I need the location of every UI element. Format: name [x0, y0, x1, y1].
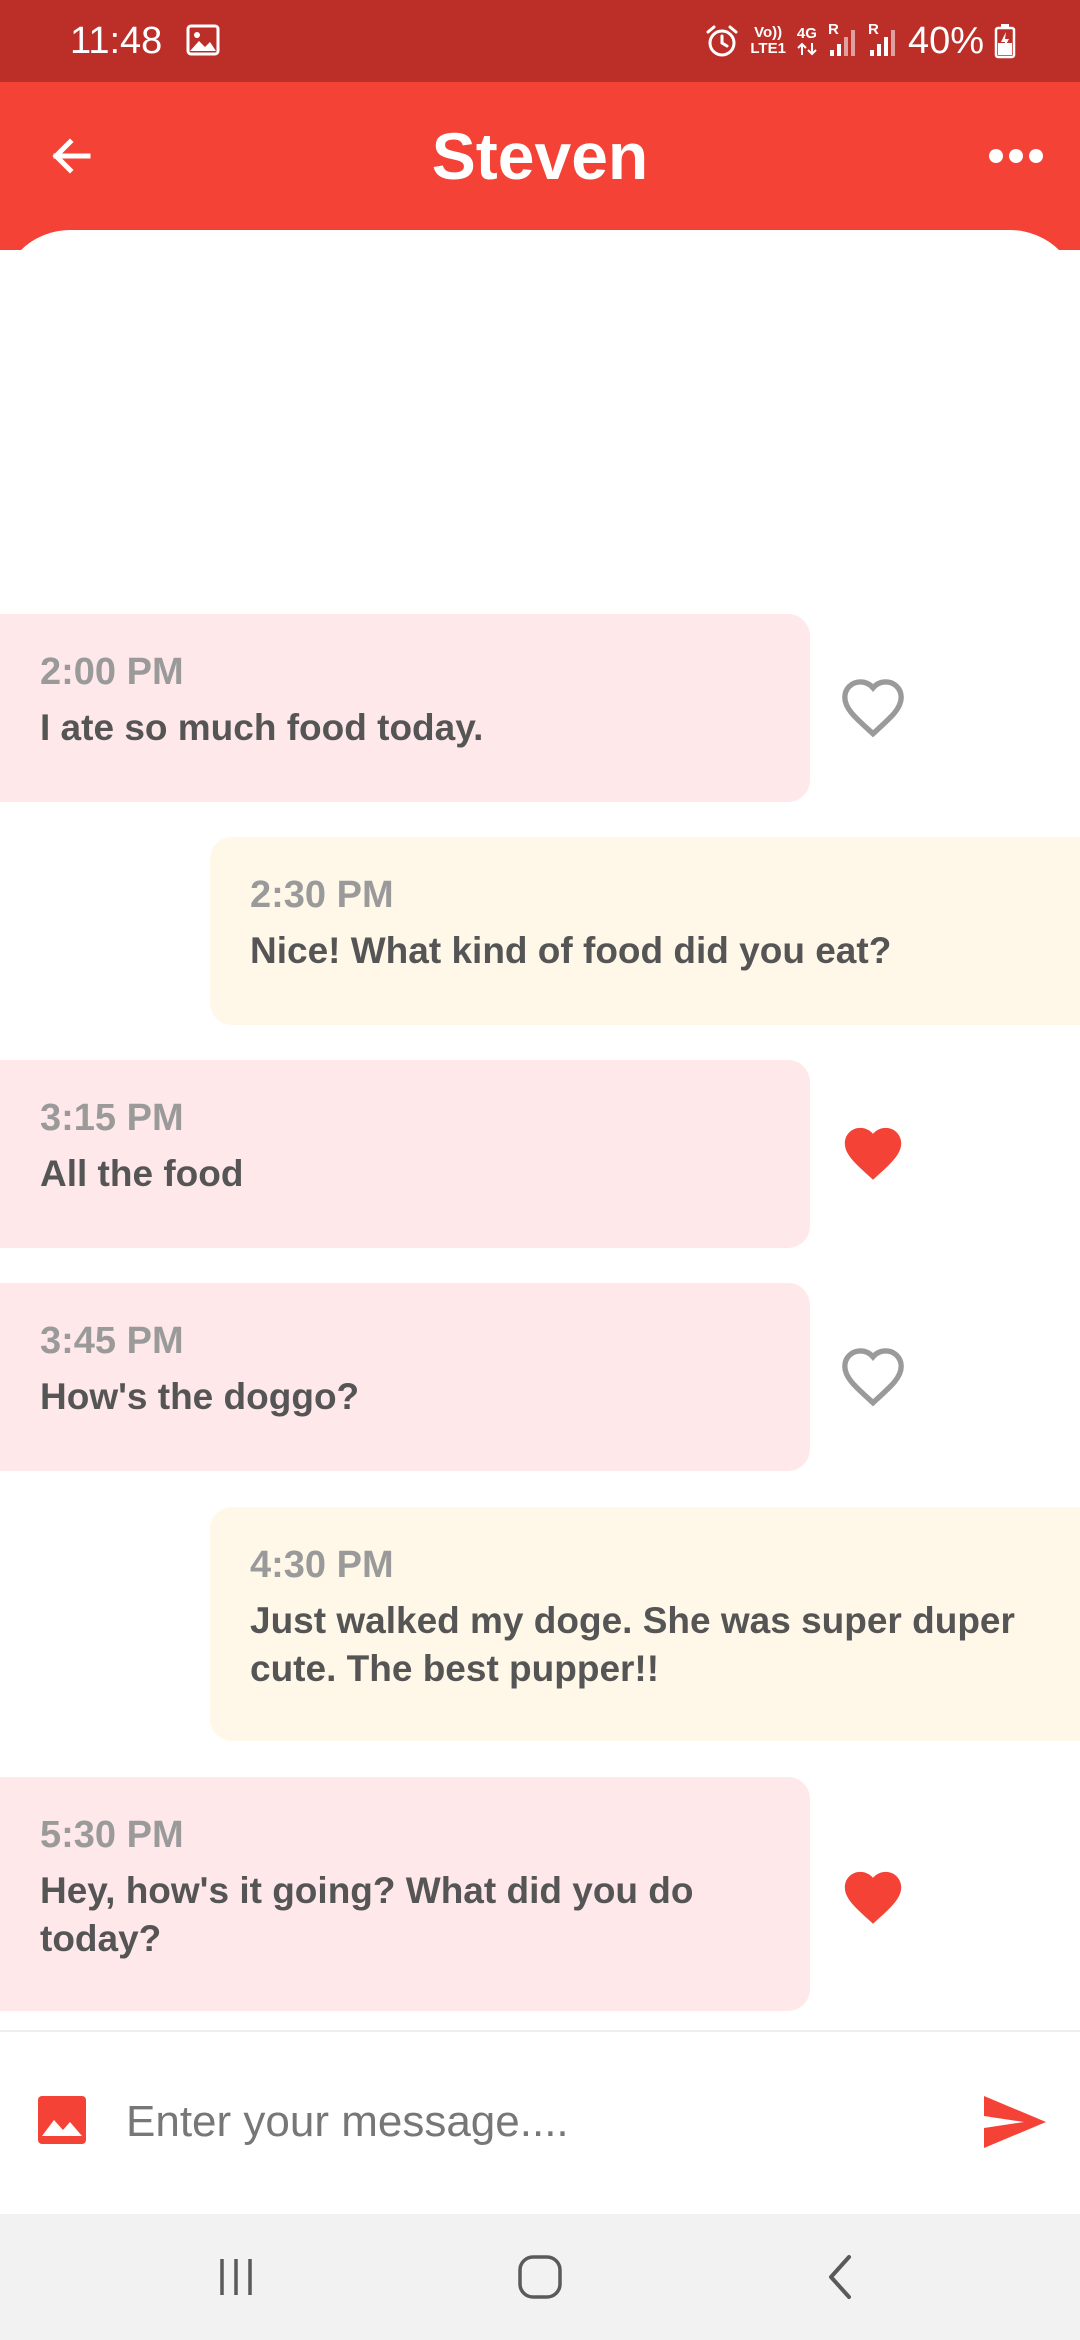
message-bubble-incoming[interactable]: 3:45 PM How's the doggo?: [0, 1283, 810, 1471]
message-text: Nice! What kind of food did you eat?: [250, 930, 892, 971]
battery-percent: 40%: [907, 20, 984, 62]
chat-title: Steven: [431, 119, 649, 193]
message-time: 4:30 PM: [250, 1544, 394, 1586]
data-arrows-icon: [797, 42, 817, 56]
message-bubble-outgoing[interactable]: 2:30 PM Nice! What kind of food did you …: [210, 837, 1080, 1025]
message-time: 5:30 PM: [40, 1814, 184, 1856]
message-text: Hey, how's it going? What did you do tod…: [40, 1870, 694, 1959]
attach-image-button[interactable]: [36, 2094, 88, 2146]
message-text: How's the doggo?: [40, 1376, 360, 1417]
recent-apps-button[interactable]: [196, 2242, 276, 2312]
signal-1: R: [827, 21, 858, 58]
message-time: 3:15 PM: [40, 1097, 184, 1139]
roaming-label-1: R: [827, 21, 839, 38]
network-label: 4G: [796, 25, 817, 42]
like-button[interactable]: [838, 1864, 908, 1930]
like-button[interactable]: [838, 674, 908, 740]
message-text: All the food: [40, 1153, 244, 1194]
like-button[interactable]: [838, 1120, 908, 1186]
send-button[interactable]: [982, 2090, 1048, 2154]
alarm-icon: [704, 23, 740, 59]
recent-apps-icon: [220, 2259, 252, 2295]
message-time: 2:00 PM: [40, 651, 184, 693]
volte-label-bottom: LTE1: [750, 40, 786, 57]
heart-filled-icon: [844, 1871, 902, 1924]
volte-label-top: Vo)): [754, 24, 783, 41]
roaming-label-2: R: [867, 21, 879, 38]
status-bar: 11:48 Vo)) LTE1 4G R R 40%: [0, 0, 1080, 82]
nav-back-button[interactable]: [800, 2242, 880, 2312]
heart-outline-icon: [842, 1348, 904, 1407]
signal-2: R: [867, 21, 898, 58]
send-icon: [984, 2096, 1046, 2148]
heart-outline-icon: [842, 679, 904, 738]
image-icon: [38, 2096, 86, 2144]
message-composer: [0, 2030, 1080, 2214]
home-button[interactable]: [500, 2242, 580, 2312]
like-button[interactable]: [838, 1343, 908, 1409]
battery-charging-icon: [994, 23, 1016, 59]
nav-back-icon: [829, 2255, 851, 2299]
message-bubble-incoming[interactable]: 2:00 PM I ate so much food today.: [0, 614, 810, 802]
message-bubble-incoming[interactable]: 3:15 PM All the food: [0, 1060, 810, 1248]
more-options-button[interactable]: [980, 120, 1052, 192]
system-nav-bar: [0, 2214, 1080, 2340]
message-text: I ate so much food today.: [40, 707, 484, 748]
app-bar: Steven: [0, 82, 1080, 250]
home-icon: [518, 2255, 562, 2299]
gallery-notification-icon: [186, 24, 220, 56]
volte-indicator: Vo)) LTE1: [750, 25, 786, 57]
status-time: 11:48: [70, 20, 163, 62]
network-indicator: 4G: [796, 26, 818, 56]
message-bubble-incoming[interactable]: 5:30 PM Hey, how's it going? What did yo…: [0, 1777, 810, 2011]
heart-filled-icon: [844, 1127, 902, 1180]
status-icons: Vo)) LTE1 4G R R 40%: [704, 18, 1016, 64]
message-time: 3:45 PM: [40, 1320, 184, 1362]
message-time: 2:30 PM: [250, 874, 394, 916]
more-horizontal-icon: [989, 149, 1043, 163]
message-bubble-outgoing[interactable]: 4:30 PM Just walked my doge. She was sup…: [210, 1507, 1080, 1741]
message-input[interactable]: [126, 2084, 946, 2160]
message-text: Just walked my doge. She was super duper…: [250, 1600, 1015, 1689]
